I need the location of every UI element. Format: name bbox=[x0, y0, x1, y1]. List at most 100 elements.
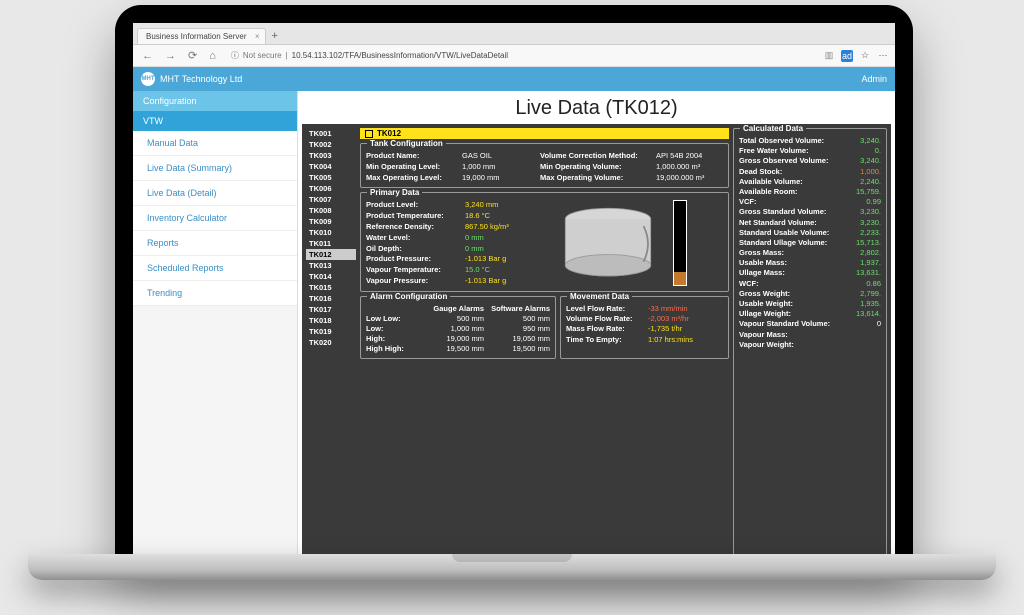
label: Max Operating Volume: bbox=[540, 173, 650, 182]
tank-list: TK001TK002TK003TK004TK005TK006TK007TK008… bbox=[306, 128, 356, 557]
reload-icon[interactable]: ⟳ bbox=[185, 49, 200, 62]
value: 3,230. bbox=[851, 218, 881, 227]
sidebar-item[interactable]: Manual Data bbox=[133, 131, 297, 156]
value: 13,614. bbox=[851, 309, 881, 318]
value: 3,240. bbox=[851, 136, 881, 145]
tank-list-item[interactable]: TK008 bbox=[306, 205, 356, 216]
browser-tab[interactable]: Business Information Server × bbox=[137, 28, 266, 44]
favorite-icon[interactable]: ☆ bbox=[859, 50, 871, 62]
tank-list-item[interactable]: TK005 bbox=[306, 172, 356, 183]
sidebar-item[interactable]: Scheduled Reports bbox=[133, 256, 297, 281]
tank-list-item[interactable]: TK017 bbox=[306, 304, 356, 315]
value: 3,240. bbox=[851, 156, 881, 165]
value: -33 mm/min bbox=[648, 304, 723, 313]
browser-tab-title: Business Information Server bbox=[146, 32, 247, 41]
label: Ullage Mass: bbox=[739, 268, 849, 277]
tank-list-item[interactable]: TK019 bbox=[306, 326, 356, 337]
tank-list-item[interactable]: TK018 bbox=[306, 315, 356, 326]
label: Standard Usable Volume: bbox=[739, 228, 849, 237]
brand-logo-icon: MHT bbox=[141, 72, 155, 86]
value bbox=[851, 340, 881, 349]
label: Product Name: bbox=[366, 151, 456, 160]
label: Net Standard Volume: bbox=[739, 218, 849, 227]
value bbox=[851, 330, 881, 339]
value: 0 mm bbox=[465, 233, 509, 243]
tank-list-item[interactable]: TK006 bbox=[306, 183, 356, 194]
sidebar-section-vtw[interactable]: VTW bbox=[133, 111, 297, 131]
panel-title: Tank Configuration bbox=[367, 139, 446, 148]
close-icon[interactable]: × bbox=[255, 32, 260, 41]
security-badge: Not secure bbox=[243, 51, 282, 60]
url-input[interactable]: ⓘ Not secure | 10.54.113.102/TFA/Busines… bbox=[225, 48, 817, 64]
value: 19,500 mm bbox=[422, 344, 484, 353]
label: High: bbox=[366, 334, 418, 343]
label: Usable Mass: bbox=[739, 258, 849, 267]
calculated-data-panel: Calculated Data Total Observed Volume:3,… bbox=[733, 128, 887, 557]
value: 1:07 hrs:mins bbox=[648, 335, 723, 344]
value: 2,233. bbox=[851, 228, 881, 237]
value: 867.50 kg/m³ bbox=[465, 222, 509, 232]
label: Mass Flow Rate: bbox=[566, 324, 644, 333]
tank-list-item[interactable]: TK001 bbox=[306, 128, 356, 139]
value: 2,802. bbox=[851, 248, 881, 257]
value: 15,713. bbox=[851, 238, 881, 247]
tank-list-item[interactable]: TK014 bbox=[306, 271, 356, 282]
sidebar-item[interactable]: Live Data (Detail) bbox=[133, 181, 297, 206]
label: Standard Ullage Volume: bbox=[739, 238, 849, 247]
label: Oil Depth: bbox=[366, 244, 461, 254]
extension-icon[interactable]: ▥ bbox=[823, 50, 835, 62]
value: -1,735 t/hr bbox=[648, 324, 723, 333]
tank-list-item[interactable]: TK011 bbox=[306, 238, 356, 249]
sidebar-item[interactable]: Reports bbox=[133, 231, 297, 256]
tank-list-item[interactable]: TK007 bbox=[306, 194, 356, 205]
value: 0.86 bbox=[851, 279, 881, 288]
value: 0. bbox=[851, 146, 881, 155]
value: 19,000 mm bbox=[462, 173, 534, 182]
alarm-config-panel: Alarm Configuration Gauge AlarmsSoftware… bbox=[360, 296, 556, 359]
label: Ullage Weight: bbox=[739, 309, 849, 318]
extension-icon[interactable]: ad bbox=[841, 50, 853, 62]
tank-list-item[interactable]: TK016 bbox=[306, 293, 356, 304]
panel-title: Alarm Configuration bbox=[367, 292, 450, 301]
tank-list-item[interactable]: TK013 bbox=[306, 260, 356, 271]
expand-icon[interactable] bbox=[365, 130, 373, 138]
home-icon[interactable]: ⌂ bbox=[206, 50, 219, 62]
new-tab-button[interactable]: + bbox=[266, 28, 284, 44]
value: 19,500 mm bbox=[488, 344, 550, 353]
forward-icon[interactable]: → bbox=[162, 50, 179, 62]
tank-icon bbox=[553, 203, 663, 283]
tank-list-item[interactable]: TK003 bbox=[306, 150, 356, 161]
tank-list-item[interactable]: TK009 bbox=[306, 216, 356, 227]
value: 2,240. bbox=[851, 177, 881, 186]
tank-visual bbox=[517, 200, 723, 286]
value: -1.013 Bar g bbox=[465, 254, 509, 264]
back-icon[interactable]: ← bbox=[139, 50, 156, 62]
page-title: Live Data (TK012) bbox=[298, 91, 895, 124]
value: 950 mm bbox=[488, 324, 550, 333]
sidebar-item[interactable]: Live Data (Summary) bbox=[133, 156, 297, 181]
tank-list-item[interactable]: TK020 bbox=[306, 337, 356, 348]
sidebar-section-configuration[interactable]: Configuration bbox=[133, 91, 297, 111]
sidebar-item[interactable]: Trending bbox=[133, 281, 297, 306]
user-menu[interactable]: Admin bbox=[861, 74, 887, 84]
value: -2,003 m³/hr bbox=[648, 314, 723, 323]
value: 500 mm bbox=[488, 314, 550, 323]
primary-data-panel: Primary Data Product Level:3,240 mm Prod… bbox=[360, 192, 729, 292]
sidebar-item[interactable]: Inventory Calculator bbox=[133, 206, 297, 231]
label: Max Operating Level: bbox=[366, 173, 456, 182]
value: 18.6 °C bbox=[465, 211, 509, 221]
label: Available Room: bbox=[739, 187, 849, 196]
tank-list-item[interactable]: TK004 bbox=[306, 161, 356, 172]
app-header: MHT MHT Technology Ltd Admin bbox=[133, 67, 895, 91]
label: Low: bbox=[366, 324, 418, 333]
tank-list-item[interactable]: TK015 bbox=[306, 282, 356, 293]
tank-list-item[interactable]: TK002 bbox=[306, 139, 356, 150]
label: Gross Observed Volume: bbox=[739, 156, 849, 165]
tank-list-item[interactable]: TK012 bbox=[306, 249, 356, 260]
label: Product Pressure: bbox=[366, 254, 461, 264]
more-icon[interactable]: ⋯ bbox=[877, 50, 889, 62]
value: 19,000.000 m³ bbox=[656, 173, 723, 182]
value: 1,000 mm bbox=[462, 162, 534, 171]
value: 15,759. bbox=[851, 187, 881, 196]
tank-list-item[interactable]: TK010 bbox=[306, 227, 356, 238]
